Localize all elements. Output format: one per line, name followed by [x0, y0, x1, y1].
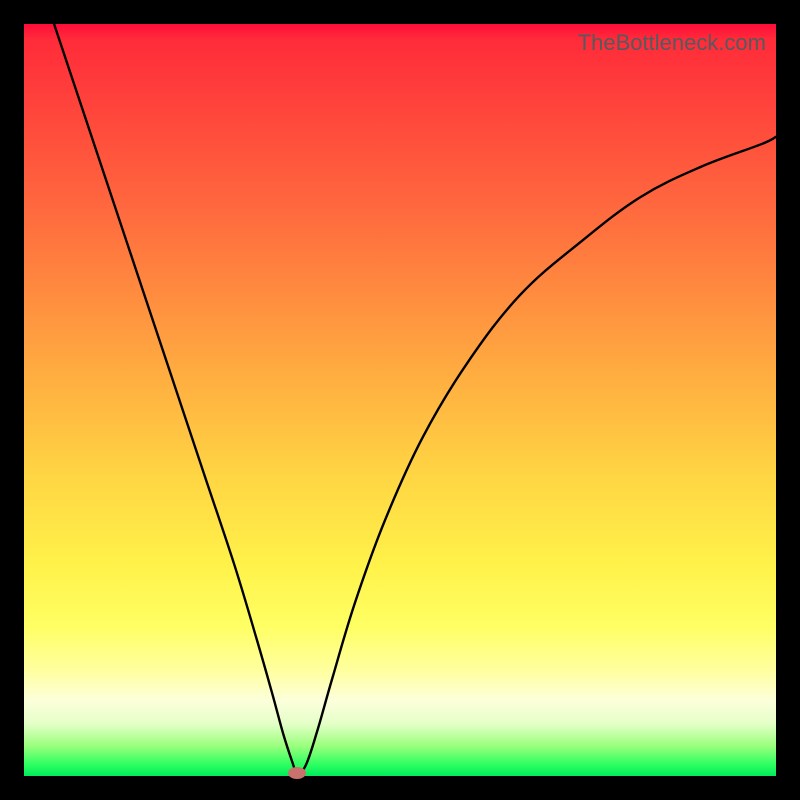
data-marker [288, 767, 306, 779]
chart-container: TheBottleneck.com [0, 0, 800, 800]
curve-plot [24, 24, 776, 776]
data-curve [54, 24, 776, 774]
plot-area: TheBottleneck.com [24, 24, 776, 776]
